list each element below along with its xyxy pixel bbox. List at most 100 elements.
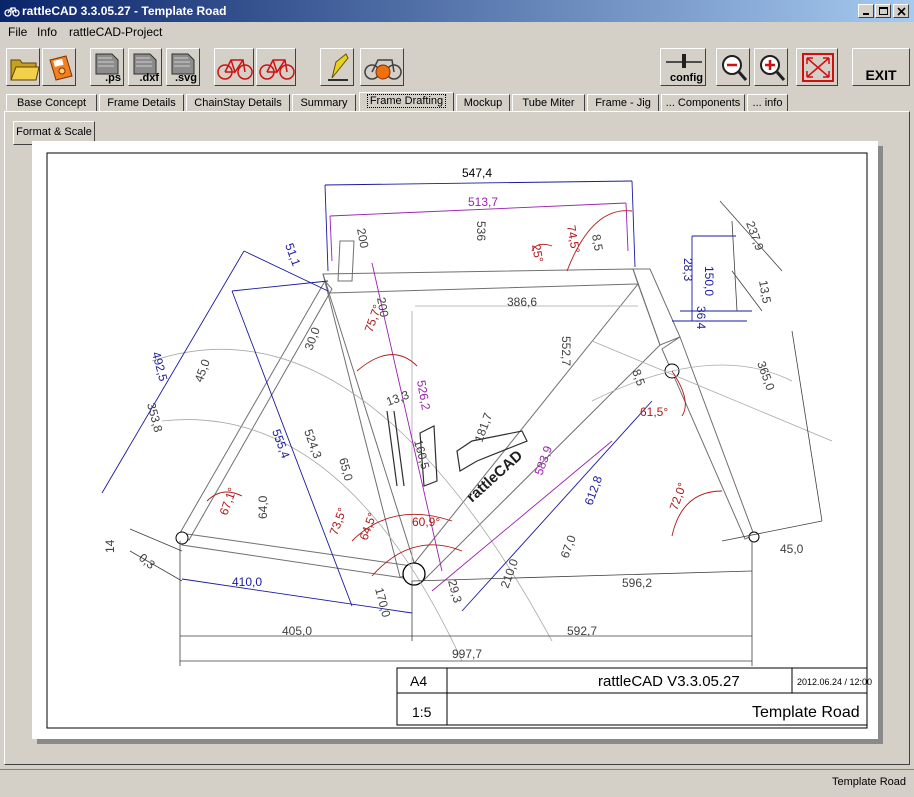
- dim-label: 552,7: [559, 336, 573, 366]
- tab-summary[interactable]: Summary: [292, 94, 356, 112]
- menu-bar: File Info rattleCAD-Project: [0, 22, 914, 42]
- down-tube-decal: rattleCAD: [463, 447, 526, 506]
- dim-label: 210,0: [498, 557, 522, 590]
- close-button[interactable]: [893, 4, 909, 18]
- config-label: config: [670, 72, 703, 84]
- tab-frame-drafting-label: Frame Drafting: [366, 94, 447, 108]
- dim-label: 25°: [529, 243, 546, 263]
- bicycle-app-icon: [4, 7, 20, 17]
- tab-base-concept[interactable]: Base Concept: [6, 94, 97, 112]
- render-bike-button[interactable]: [360, 48, 404, 86]
- tab-tube-miter[interactable]: Tube Miter: [512, 94, 585, 112]
- dim-label: 170,0: [372, 586, 393, 619]
- dim-label: 547,4: [462, 166, 492, 180]
- close-icon: [897, 7, 906, 16]
- folder-icon: [10, 59, 40, 81]
- dim-label: 14: [103, 539, 117, 553]
- dim-label: 28,3: [681, 258, 695, 282]
- export-svg-button[interactable]: .svg: [166, 48, 200, 86]
- zoom-in-button[interactable]: [754, 48, 788, 86]
- dim-label: 592,7: [567, 624, 597, 638]
- dim-label: 72,0°: [667, 481, 690, 512]
- red-bicycle-icon: [259, 59, 295, 80]
- dim-label: 29,3: [445, 578, 465, 604]
- status-text: Template Road: [832, 776, 906, 788]
- dim-label: 200: [354, 227, 371, 249]
- tab-frame-drafting[interactable]: Frame Drafting: [359, 92, 454, 112]
- dimension-labels: 547,4 513,7 536 200 200 25° 74,5° 8,5 28…: [103, 166, 804, 661]
- angle-arcs: [206, 210, 723, 577]
- config-button[interactable]: config: [660, 48, 706, 86]
- dim-label: 74,5°: [564, 224, 583, 254]
- dim-label: 386,6: [507, 295, 537, 309]
- save-button[interactable]: [42, 48, 76, 86]
- ps-label: .ps: [105, 72, 121, 84]
- dim-label: 13,3: [384, 388, 411, 409]
- tab-components[interactable]: ... Components: [661, 94, 745, 112]
- minimize-button[interactable]: [858, 4, 874, 18]
- dim-label: 555,4: [269, 427, 293, 460]
- dim-label: 64,0: [256, 495, 270, 519]
- red-bicycle-icon: [217, 59, 253, 80]
- zoom-out-button[interactable]: [716, 48, 750, 86]
- dim-label: 60,9°: [412, 515, 440, 529]
- bike-compare-button[interactable]: [256, 48, 296, 86]
- title-bar: rattleCAD 3.3.05.27 - Template Road: [0, 0, 914, 22]
- menu-info[interactable]: Info: [37, 25, 57, 39]
- dim-label: 365,0: [754, 359, 778, 392]
- slider-icon: [666, 54, 702, 68]
- dim-label: 513,7: [468, 195, 498, 209]
- save-disk-icon: [49, 55, 73, 81]
- status-bar: Template Road: [0, 769, 914, 793]
- dim-label: 73,5°: [327, 506, 350, 537]
- minimize-icon: [863, 13, 869, 15]
- pen-button[interactable]: [320, 48, 354, 86]
- title-block-date: 2012.06.24 / 12:00: [797, 677, 872, 687]
- purple-dimension-lines: [329, 202, 629, 592]
- title-block-scale: 1:5: [412, 704, 432, 720]
- dim-label: 13,5: [756, 279, 774, 305]
- title-block-project: Template Road: [752, 704, 860, 721]
- tab-chainstay-details[interactable]: ChainStay Details: [186, 94, 290, 112]
- title-block-software: rattleCAD V3.3.05.27: [598, 673, 740, 690]
- dxf-label: .dxf: [139, 72, 159, 84]
- export-ps-button[interactable]: .ps: [90, 48, 124, 86]
- tab-frame-details[interactable]: Frame Details: [99, 94, 184, 112]
- dim-label: 0,3: [136, 551, 158, 573]
- toolbar: .ps .dxf .svg config EXIT: [0, 44, 914, 92]
- dim-label: 75,7°: [362, 303, 385, 334]
- yellow-pen-icon: [328, 53, 349, 81]
- frame-hubs: [175, 363, 760, 586]
- dim-label: 405,0: [282, 624, 312, 638]
- menu-file[interactable]: File: [8, 25, 27, 39]
- dim-label: 410,0: [232, 575, 262, 589]
- dim-label: 492,5: [149, 350, 170, 383]
- dim-label: 64,5°: [357, 511, 380, 542]
- dim-label: 65,0: [336, 456, 356, 482]
- dim-label: 8,5: [629, 367, 648, 388]
- fit-to-screen-button[interactable]: [796, 48, 838, 86]
- dim-label: 8,5: [589, 233, 606, 252]
- tab-bar: Base Concept Frame Details ChainStay Det…: [0, 92, 914, 112]
- dim-label: 526,2: [414, 379, 433, 411]
- tab-frame-jig[interactable]: Frame - Jig: [587, 94, 659, 112]
- export-dxf-button[interactable]: .dxf: [128, 48, 162, 86]
- dim-label: 596,2: [622, 576, 652, 590]
- dim-label: 524,3: [301, 427, 325, 460]
- svg-label: .svg: [174, 72, 197, 84]
- dim-label: 160,5: [411, 438, 432, 471]
- dim-label: 36,4: [694, 306, 708, 330]
- drawing-sheet[interactable]: 547,4 513,7 536 200 200 25° 74,5° 8,5 28…: [32, 141, 878, 739]
- tab-info[interactable]: ... info: [747, 94, 788, 112]
- open-button[interactable]: [6, 48, 40, 86]
- maximize-button[interactable]: [875, 4, 891, 18]
- tab-mockup[interactable]: Mockup: [456, 94, 510, 112]
- dim-label: 612,8: [582, 474, 606, 507]
- bike-view-button[interactable]: [214, 48, 254, 86]
- dim-label: 30,0: [302, 325, 323, 352]
- dim-label: 997,7: [452, 647, 482, 661]
- dim-label: 51,1: [282, 241, 303, 268]
- exit-button[interactable]: EXIT: [852, 48, 910, 86]
- window-title: rattleCAD 3.3.05.27 - Template Road: [22, 4, 227, 18]
- menu-rattlecad-project[interactable]: rattleCAD-Project: [69, 25, 162, 39]
